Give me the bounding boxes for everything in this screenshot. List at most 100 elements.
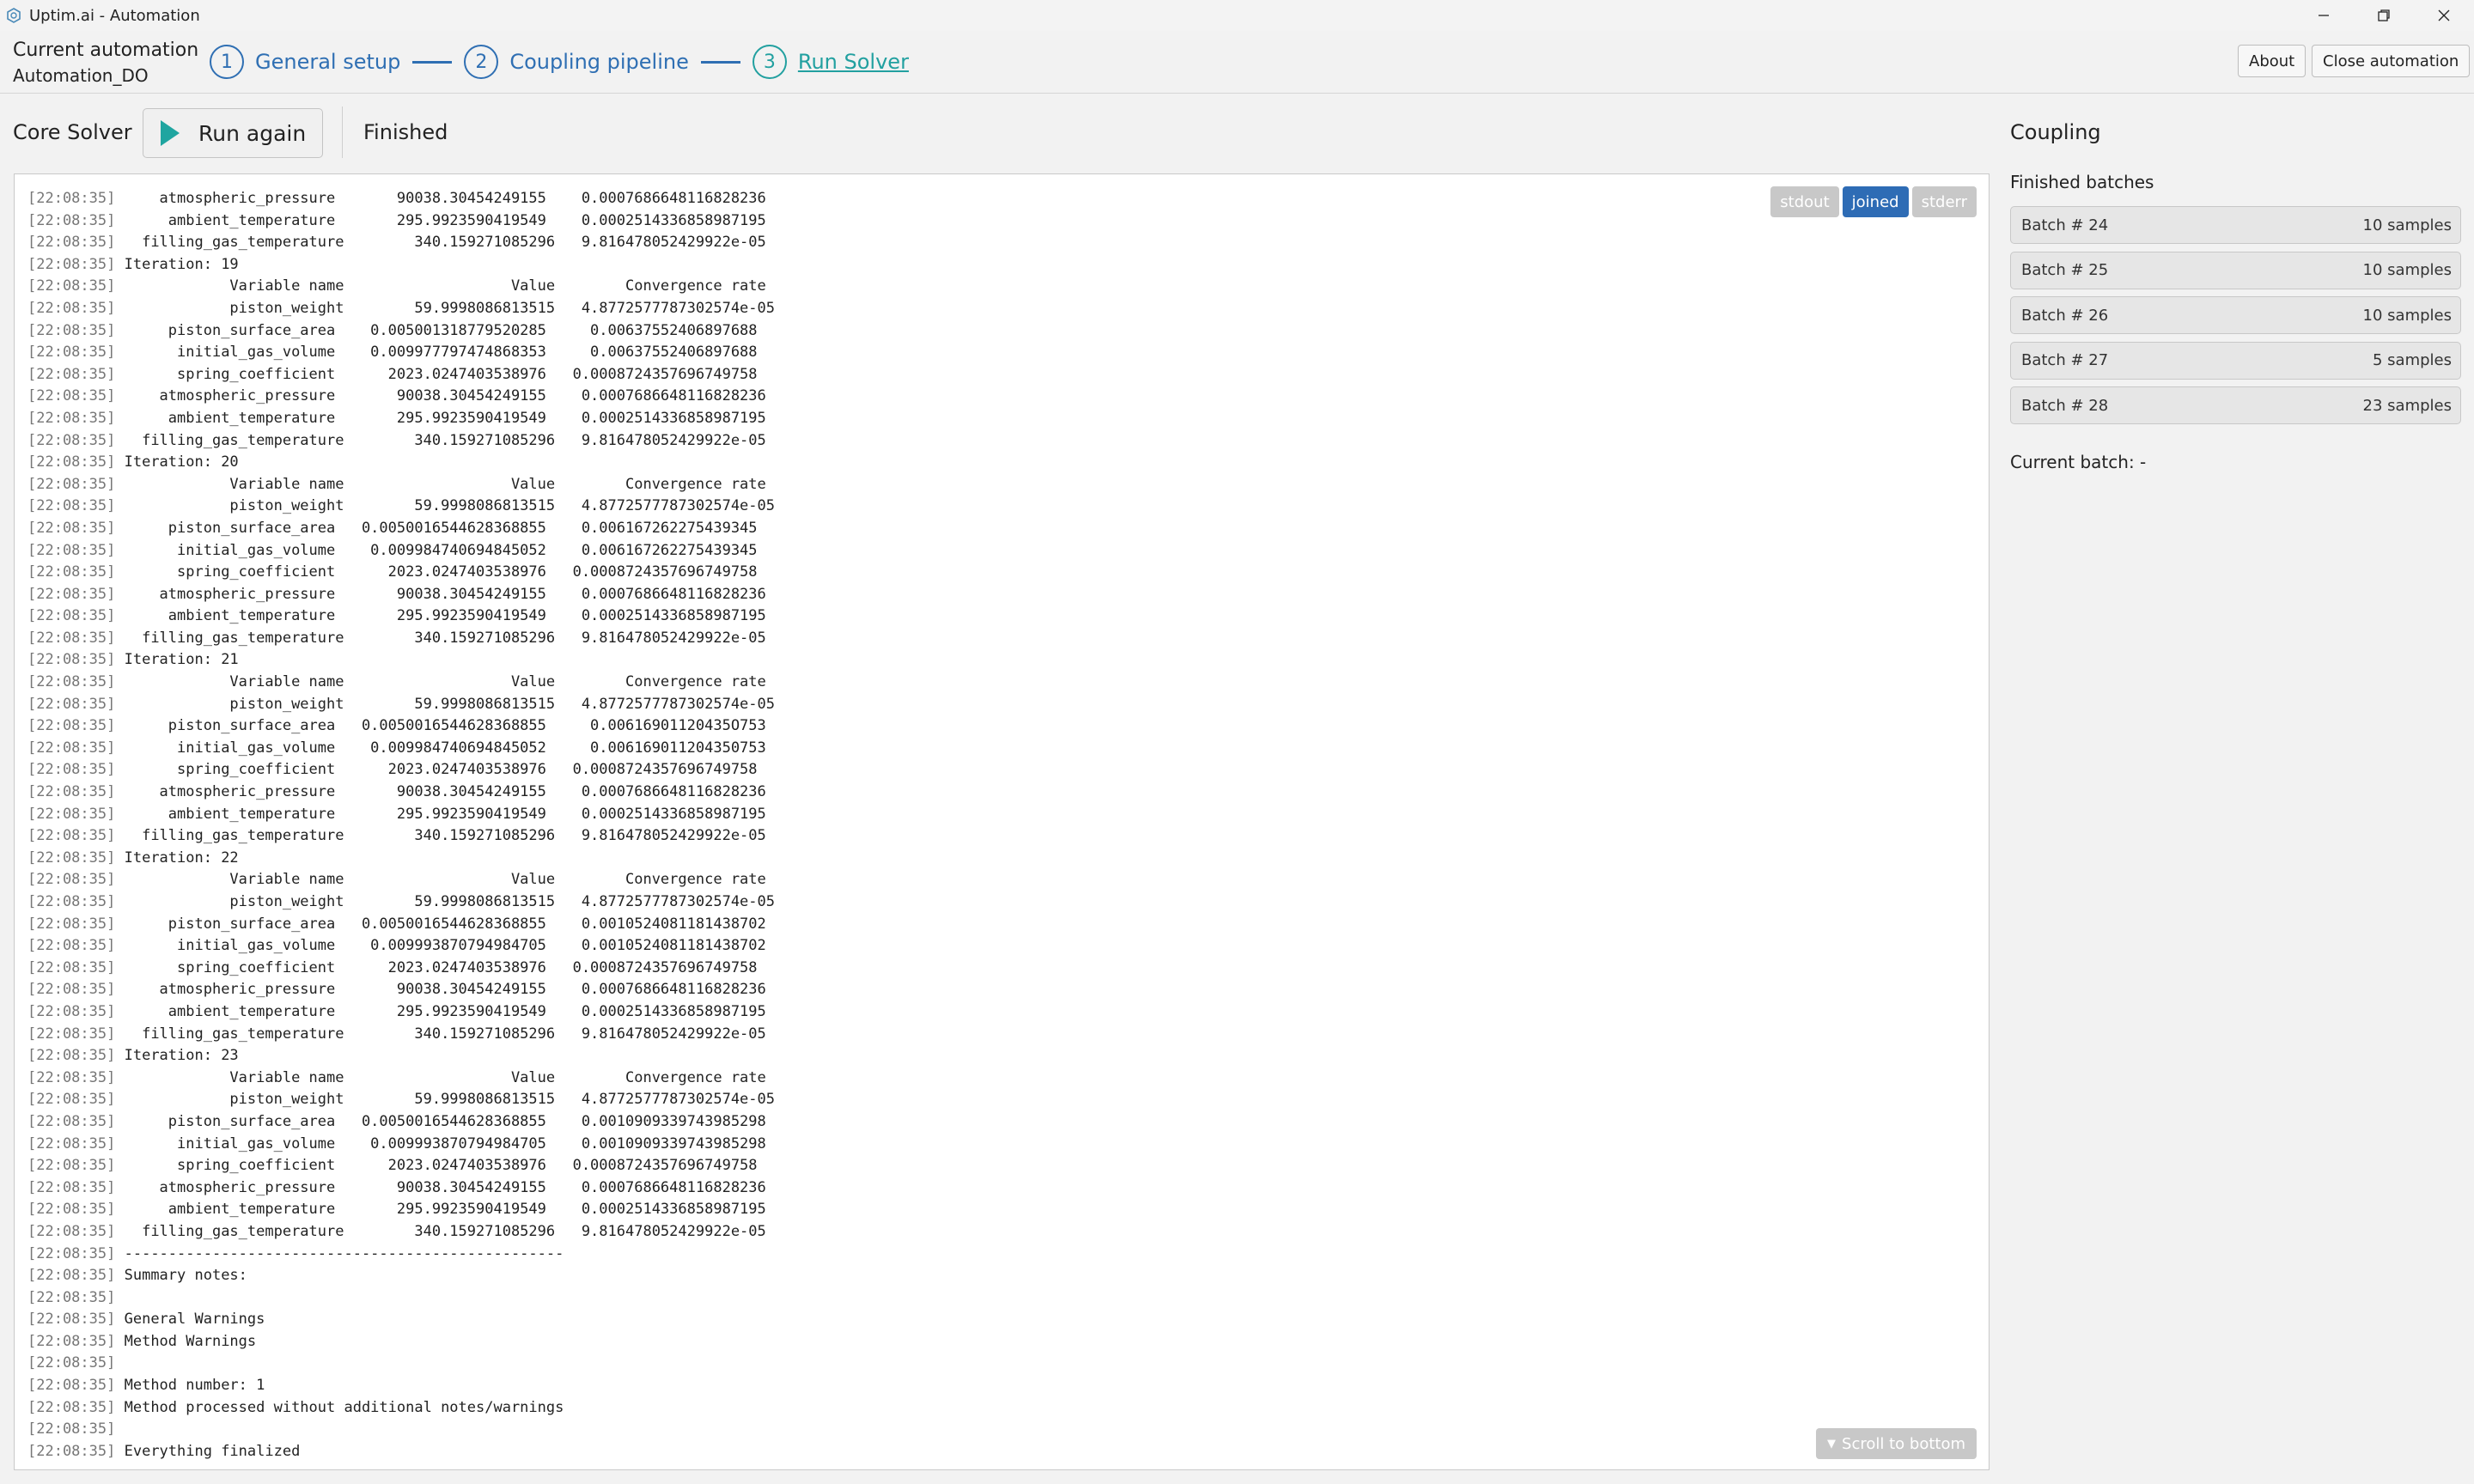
log-timestamp: [22:08:35] [27, 848, 116, 867]
log-timestamp: [22:08:35] [27, 1442, 116, 1460]
log-line: [22:08:35] filling_gas_temperature 340.1… [27, 628, 775, 650]
solver-log-panel[interactable]: [22:08:35] atmospheric_pressure 90038.30… [14, 173, 1990, 1470]
log-line: [22:08:35] initial_gas_volume 0.00999387… [27, 935, 775, 958]
log-line: [22:08:35] atmospheric_pressure 90038.30… [27, 782, 775, 804]
run-again-button[interactable]: Run again [143, 108, 323, 158]
stdout-filter-button[interactable]: stdout [1770, 186, 1839, 217]
log-timestamp: [22:08:35] [27, 1002, 116, 1020]
log-line: [22:08:35] Variable name Value Convergen… [27, 869, 775, 891]
log-line: [22:08:35] [27, 1353, 775, 1375]
scroll-to-bottom-button[interactable]: ▼ Scroll to bottom [1816, 1428, 1977, 1459]
batch-list: Batch # 24 10 samples Batch # 25 10 samp… [2010, 206, 2461, 432]
log-line: [22:08:35] ambient_temperature 295.99235… [27, 804, 775, 826]
close-window-button[interactable] [2414, 0, 2474, 31]
log-line: [22:08:35] atmospheric_pressure 90038.30… [27, 1177, 775, 1200]
about-button[interactable]: About [2238, 45, 2306, 77]
log-text: filling_gas_temperature 340.159271085296… [124, 234, 766, 252]
log-output: [22:08:35] atmospheric_pressure 90038.30… [27, 188, 775, 1463]
log-timestamp: [22:08:35] [27, 431, 116, 449]
log-text: Method processed without additional note… [124, 1398, 564, 1416]
log-line: [22:08:35] atmospheric_pressure 90038.30… [27, 386, 775, 408]
batch-name: Batch # 25 [2021, 261, 2109, 279]
current-automation-name: Automation_DO [13, 65, 149, 86]
log-line: [22:08:35] piston_weight 59.999808681351… [27, 891, 775, 914]
log-line: [22:08:35] piston_surface_area 0.0050016… [27, 1111, 775, 1134]
current-automation: Current automation Automation_DO [13, 38, 198, 88]
step-label: General setup [255, 50, 401, 74]
restore-button[interactable] [2354, 0, 2414, 31]
restore-icon [2378, 9, 2390, 21]
log-line: [22:08:35] [27, 1419, 775, 1441]
current-batch: Current batch: - [2010, 452, 2147, 472]
log-timestamp: [22:08:35] [27, 344, 116, 362]
log-line: [22:08:35] Iteration: 20 [27, 452, 775, 474]
log-timestamp: [22:08:35] [27, 255, 116, 273]
log-line: [22:08:35] initial_gas_volume 0.00998474… [27, 738, 775, 760]
log-text: piston_surface_area 0.005001654462836885… [124, 519, 758, 537]
log-timestamp: [22:08:35] [27, 717, 116, 735]
log-line: [22:08:35] spring_coefficient 2023.02474… [27, 958, 775, 980]
log-line: [22:08:35] filling_gas_temperature 340.1… [27, 1024, 775, 1046]
log-text: atmospheric_pressure 90038.30454249155 0… [124, 585, 766, 603]
step-run-solver[interactable]: 3 Run Solver [752, 45, 909, 79]
joined-filter-button[interactable]: joined [1842, 186, 1909, 217]
log-text: spring_coefficient 2023.0247403538976 0.… [124, 958, 758, 976]
log-line: [22:08:35] -----------------------------… [27, 1244, 775, 1266]
log-timestamp: [22:08:35] [27, 497, 116, 515]
log-text: atmospheric_pressure 90038.30454249155 0… [124, 1178, 766, 1196]
log-text: atmospheric_pressure 90038.30454249155 0… [124, 387, 766, 405]
log-line: [22:08:35] piston_weight 59.999808681351… [27, 1089, 775, 1111]
step-general-setup[interactable]: 1 General setup [210, 45, 400, 79]
log-line: [22:08:35] initial_gas_volume 0.00998474… [27, 540, 775, 563]
step-coupling-pipeline[interactable]: 2 Coupling pipeline [464, 45, 689, 79]
log-timestamp: [22:08:35] [27, 981, 116, 999]
batch-name: Batch # 24 [2021, 216, 2109, 234]
batch-samples: 10 samples [2362, 261, 2452, 279]
batch-item[interactable]: Batch # 27 5 samples [2010, 341, 2461, 380]
log-line: [22:08:35] ambient_temperature 295.99235… [27, 1001, 775, 1024]
log-timestamp: [22:08:35] [27, 1332, 116, 1350]
log-line: [22:08:35] piston_surface_area 0.0050016… [27, 518, 775, 540]
run-again-label: Run again [198, 120, 307, 146]
log-text: initial_gas_volume 0.009984740694845052 … [124, 541, 758, 559]
solver-status: Finished [363, 120, 448, 144]
log-timestamp: [22:08:35] [27, 211, 116, 229]
log-timestamp: [22:08:35] [27, 1178, 116, 1196]
log-line: [22:08:35] Variable name Value Convergen… [27, 672, 775, 694]
log-text: Iteration: 21 [124, 651, 239, 669]
log-timestamp: [22:08:35] [27, 1267, 116, 1285]
log-timestamp: [22:08:35] [27, 1311, 116, 1329]
log-text: General Warnings [124, 1311, 265, 1329]
log-text: piston_surface_area 0.005001654462836885… [124, 915, 766, 933]
batch-item[interactable]: Batch # 28 23 samples [2010, 386, 2461, 424]
log-text: filling_gas_temperature 340.159271085296… [124, 827, 766, 845]
close-automation-button[interactable]: Close automation [2312, 45, 2471, 77]
stderr-filter-button[interactable]: stderr [1911, 186, 1977, 217]
batch-item[interactable]: Batch # 26 10 samples [2010, 296, 2461, 334]
workflow-stepper: 1 General setup 2 Coupling pipeline 3 Ru… [210, 43, 909, 81]
log-line: [22:08:35] [27, 1287, 775, 1310]
log-timestamp: [22:08:35] [27, 651, 116, 669]
core-solver-title: Core Solver [13, 120, 132, 144]
log-text: Variable name Value Convergence rate [124, 871, 766, 889]
log-text: spring_coefficient 2023.0247403538976 0.… [124, 563, 758, 581]
log-line: [22:08:35] ambient_temperature 295.99235… [27, 1199, 775, 1221]
batch-item[interactable]: Batch # 25 10 samples [2010, 251, 2461, 289]
log-timestamp: [22:08:35] [27, 1398, 116, 1416]
log-timestamp: [22:08:35] [27, 475, 116, 493]
minimize-button[interactable] [2294, 0, 2354, 31]
log-line: [22:08:35] Method number: 1 [27, 1375, 775, 1397]
log-line: [22:08:35] Iteration: 23 [27, 1045, 775, 1067]
batch-samples: 10 samples [2362, 306, 2452, 325]
log-text: Variable name Value Convergence rate [124, 277, 766, 295]
log-timestamp: [22:08:35] [27, 1112, 116, 1130]
log-text: ambient_temperature 295.9923590419549 0.… [124, 1002, 766, 1020]
log-line: [22:08:35] piston_surface_area 0.0050016… [27, 914, 775, 936]
batch-item[interactable]: Batch # 24 10 samples [2010, 206, 2461, 244]
log-text: Iteration: 22 [124, 848, 239, 867]
log-timestamp: [22:08:35] [27, 453, 116, 471]
log-timestamp: [22:08:35] [27, 958, 116, 976]
log-timestamp: [22:08:35] [27, 234, 116, 252]
log-line: [22:08:35] atmospheric_pressure 90038.30… [27, 979, 775, 1001]
batch-name: Batch # 27 [2021, 351, 2109, 369]
